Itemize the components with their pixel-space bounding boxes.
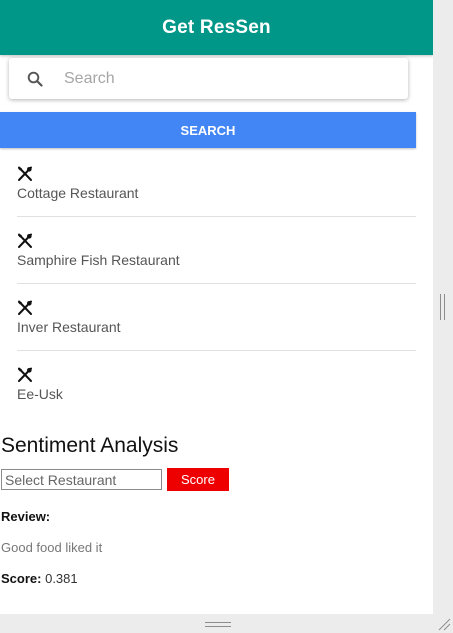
restaurant-name: Ee-Usk [17, 386, 63, 402]
review-label: Review: [1, 509, 51, 524]
horizontal-resize-handle[interactable] [205, 622, 231, 627]
score-line: Score: 0.381 [1, 571, 78, 586]
score-button[interactable]: Score [167, 468, 229, 491]
search-input[interactable] [64, 69, 384, 88]
app-window: Get ResSen SEARCH Cottage Restaurant [0, 0, 433, 614]
restaurant-name: Inver Restaurant [17, 319, 121, 335]
utensils-icon [17, 300, 33, 316]
restaurant-list: Cottage Restaurant Samphire Fish Restaur… [0, 150, 416, 418]
utensils-icon [17, 233, 33, 249]
restaurant-item[interactable]: Ee-Usk [0, 351, 416, 418]
restaurant-item[interactable]: Samphire Fish Restaurant [0, 217, 416, 284]
utensils-icon [17, 367, 33, 383]
sentiment-title: Sentiment Analysis [1, 434, 179, 457]
score-label: Score: [1, 571, 42, 586]
search-button[interactable]: SEARCH [0, 112, 416, 148]
app-header: Get ResSen [0, 0, 433, 55]
search-icon [26, 70, 44, 88]
utensils-icon [17, 166, 33, 182]
restaurant-item[interactable]: Inver Restaurant [0, 284, 416, 351]
restaurant-select-input[interactable] [1, 469, 162, 490]
restaurant-item[interactable]: Cottage Restaurant [0, 150, 416, 217]
vertical-resize-handle[interactable] [440, 294, 445, 320]
app-title: Get ResSen [162, 16, 271, 38]
resize-grip-icon[interactable] [437, 617, 451, 631]
score-value: 0.381 [45, 571, 78, 586]
restaurant-name: Cottage Restaurant [17, 185, 139, 201]
review-text: Good food liked it [1, 540, 103, 555]
search-box[interactable] [9, 58, 408, 99]
restaurant-name: Samphire Fish Restaurant [17, 252, 180, 268]
